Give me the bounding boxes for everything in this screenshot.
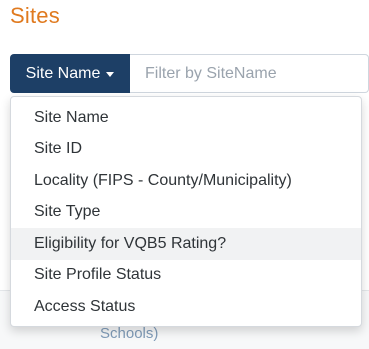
menu-item-label: Site Type — [34, 203, 101, 221]
filter-input[interactable] — [130, 54, 369, 93]
menu-item-site-name[interactable]: Site Name — [11, 102, 361, 134]
menu-item-site-id[interactable]: Site ID — [11, 134, 361, 166]
menu-item-eligibility-vqb5[interactable]: Eligibility for VQB5 Rating? — [11, 228, 361, 260]
menu-item-label: Site Profile Status — [34, 266, 162, 284]
menu-item-access-status[interactable]: Access Status — [11, 291, 361, 323]
filter-field-dropdown-button[interactable]: Site Name — [10, 54, 130, 93]
menu-item-label: Eligibility for VQB5 Rating? — [34, 234, 227, 252]
menu-item-label: Access Status — [34, 297, 136, 315]
background-link-text[interactable]: Schools) — [100, 325, 158, 342]
filter-bar: Site Name — [10, 54, 369, 93]
menu-item-locality[interactable]: Locality (FIPS - County/Municipality) — [11, 165, 361, 197]
menu-item-label: Site Name — [34, 108, 109, 126]
menu-item-site-type[interactable]: Site Type — [11, 197, 361, 229]
page-title: Sites — [10, 3, 60, 28]
menu-item-label: Site ID — [34, 140, 83, 158]
sites-page: Sites Site Name Schools) Site Name Site … — [0, 0, 369, 349]
menu-item-site-profile-status[interactable]: Site Profile Status — [11, 260, 361, 292]
filter-field-label: Site Name — [25, 64, 101, 82]
filter-field-dropdown-menu: Site Name Site ID Locality (FIPS - Count… — [10, 96, 362, 327]
menu-item-label: Locality (FIPS - County/Municipality) — [34, 171, 292, 189]
caret-down-icon — [106, 72, 115, 77]
